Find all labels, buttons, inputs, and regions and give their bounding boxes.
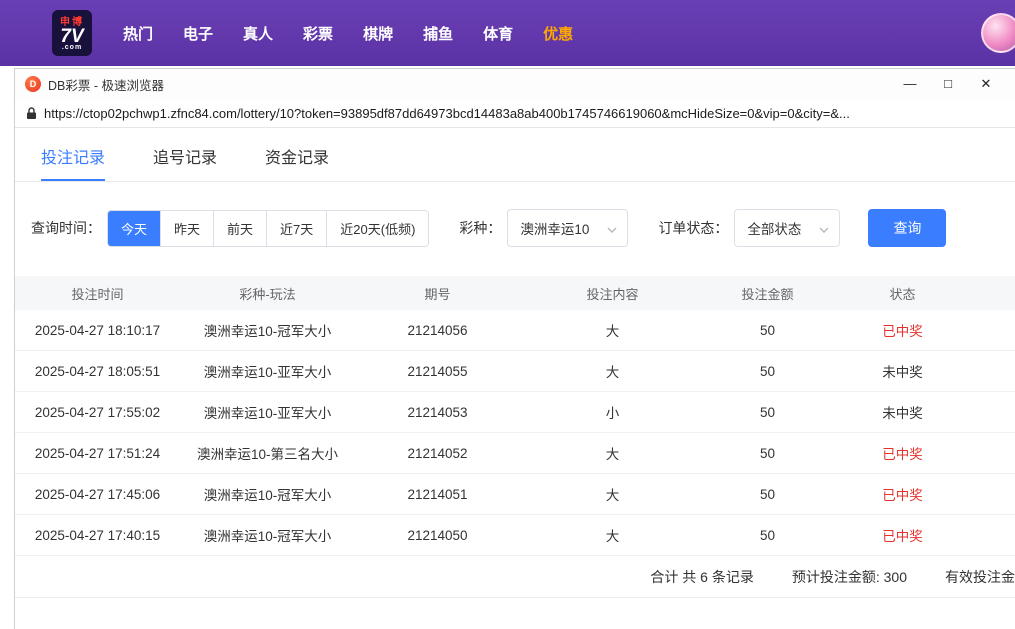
col-header-amount: 投注金额 — [741, 286, 794, 302]
time-filter-label: 查询时间： — [31, 220, 101, 236]
table-row: 2025-04-27 18:10:17 澳洲幸运10-冠军大小 21214056… — [15, 310, 1015, 351]
col-header-content: 投注内容 — [586, 286, 639, 302]
site-logo-domain: .com — [61, 44, 83, 52]
time-yesterday-button[interactable]: 昨天 — [161, 210, 215, 246]
site-header: 申博 7V .com 热门 电子 真人 彩票 棋牌 捕鱼 体育 优惠 — [0, 0, 1015, 66]
browser-app-icon: D — [25, 76, 41, 92]
nav-item-slots[interactable]: 电子 — [168, 15, 228, 52]
cell-amount: 50 — [759, 404, 776, 420]
cell-game: 澳洲幸运10-亚军大小 — [203, 406, 332, 421]
window-controls: — □ ✕ — [891, 69, 1005, 99]
window-titlebar: D DB彩票 - 极速浏览器 — □ ✕ — [15, 69, 1015, 99]
cell-content: 大 — [605, 447, 620, 462]
cell-content: 大 — [605, 488, 620, 503]
order-status-value: 全部状态 — [747, 222, 802, 237]
summary-bar: 合计 共 6 条记录 预计投注金额: 300 有效投注金 — [15, 556, 1015, 598]
lottery-filter-label: 彩种： — [459, 220, 502, 236]
cell-amount: 50 — [759, 527, 776, 543]
time-today-button[interactable]: 今天 — [108, 210, 162, 246]
cell-issue: 21214056 — [407, 322, 468, 338]
cell-issue: 21214052 — [407, 445, 468, 461]
cell-time: 2025-04-27 18:10:17 — [34, 322, 161, 338]
status-badge: 已中奖 — [882, 324, 923, 339]
cell-time: 2025-04-27 17:40:15 — [34, 527, 161, 543]
cell-issue: 21214051 — [407, 486, 468, 502]
status-badge: 已中奖 — [882, 529, 923, 544]
cell-content: 大 — [605, 324, 620, 339]
search-button[interactable]: 查询 — [868, 209, 947, 247]
col-header-game: 彩种-玩法 — [239, 286, 296, 302]
cell-amount: 50 — [759, 363, 776, 379]
cell-game: 澳洲幸运10-冠军大小 — [203, 529, 332, 544]
time-20days-button[interactable]: 近20天(低频) — [327, 210, 429, 246]
status-badge: 已中奖 — [882, 447, 923, 462]
user-avatar[interactable] — [981, 13, 1015, 53]
nav-item-promos[interactable]: 优惠 — [528, 15, 588, 52]
order-status-select[interactable]: 全部状态 — [734, 209, 841, 247]
cell-issue: 21214050 — [407, 527, 468, 543]
address-bar: https://ctop02pchwp1.zfnc84.com/lottery/… — [15, 99, 1015, 128]
lottery-select[interactable]: 澳洲幸运10 — [507, 209, 629, 247]
tab-bet-records[interactable]: 投注记录 — [41, 144, 106, 181]
cell-issue: 21214055 — [407, 363, 468, 379]
table-row: 2025-04-27 17:55:02 澳洲幸运10-亚军大小 21214053… — [15, 392, 1015, 433]
cell-time: 2025-04-27 17:51:24 — [34, 445, 161, 461]
cell-issue: 21214053 — [407, 404, 468, 420]
col-header-time: 投注时间 — [71, 286, 124, 302]
time-range-group: 今天 昨天 前天 近7天 近20天(低频) — [107, 209, 430, 247]
cell-time: 2025-04-27 18:05:51 — [34, 363, 161, 379]
table-header: 投注时间 彩种-玩法 期号 投注内容 投注金额 状态 — [15, 276, 1015, 310]
cell-amount: 50 — [759, 445, 776, 461]
status-badge: 已中奖 — [882, 488, 923, 503]
time-7days-button[interactable]: 近7天 — [267, 210, 328, 246]
table-row: 2025-04-27 18:05:51 澳洲幸运10-亚军大小 21214055… — [15, 351, 1015, 392]
nav-item-hot[interactable]: 热门 — [108, 15, 168, 52]
maximize-button[interactable]: □ — [929, 69, 967, 99]
table-row: 2025-04-27 17:40:15 澳洲幸运10-冠军大小 21214050… — [15, 515, 1015, 556]
cell-time: 2025-04-27 17:45:06 — [34, 486, 161, 502]
lock-icon[interactable] — [26, 106, 37, 120]
site-logo[interactable]: 申博 7V .com — [52, 10, 92, 56]
col-header-status: 状态 — [889, 286, 916, 302]
cell-amount: 50 — [759, 322, 776, 338]
table-row: 2025-04-27 17:51:24 澳洲幸运10-第三名大小 2121405… — [15, 433, 1015, 474]
cell-time: 2025-04-27 17:55:02 — [34, 404, 161, 420]
chevron-down-icon — [607, 221, 617, 236]
cell-game: 澳洲幸运10-亚军大小 — [203, 365, 332, 380]
cell-content: 大 — [605, 365, 620, 380]
nav-item-fishing[interactable]: 捕鱼 — [408, 15, 468, 52]
window-title: DB彩票 - 极速浏览器 — [48, 78, 164, 93]
status-filter-label: 订单状态： — [658, 220, 729, 236]
close-button[interactable]: ✕ — [967, 69, 1005, 99]
lottery-select-value: 澳洲幸运10 — [520, 222, 590, 237]
valid-amount: 有效投注金 — [945, 568, 1015, 585]
main-nav: 热门 电子 真人 彩票 棋牌 捕鱼 体育 优惠 — [108, 15, 588, 52]
total-records: 合计 共 6 条记录 — [650, 568, 754, 585]
cell-content: 大 — [605, 529, 620, 544]
record-tabs: 投注记录 追号记录 资金记录 — [15, 128, 1015, 182]
cell-game: 澳洲幸运10-第三名大小 — [196, 447, 338, 462]
table-row: 2025-04-27 17:45:06 澳洲幸运10-冠军大小 21214051… — [15, 474, 1015, 515]
nav-item-live[interactable]: 真人 — [228, 15, 288, 52]
time-daybefore-button[interactable]: 前天 — [214, 210, 268, 246]
minimize-button[interactable]: — — [891, 69, 929, 99]
col-header-issue: 期号 — [424, 286, 451, 302]
cell-game: 澳洲幸运10-冠军大小 — [203, 324, 332, 339]
nav-item-cards[interactable]: 棋牌 — [348, 15, 408, 52]
filter-bar: 查询时间： 今天 昨天 前天 近7天 近20天(低频) 彩种： 澳洲幸运10 订… — [15, 182, 1015, 276]
nav-item-lottery[interactable]: 彩票 — [288, 15, 348, 52]
browser-window: D DB彩票 - 极速浏览器 — □ ✕ https://ctop02pchwp… — [14, 68, 1015, 629]
chevron-down-icon — [819, 221, 829, 236]
address-url[interactable]: https://ctop02pchwp1.zfnc84.com/lottery/… — [44, 106, 850, 121]
expected-amount: 预计投注金额: 300 — [791, 568, 907, 585]
tab-fund-records[interactable]: 资金记录 — [265, 144, 329, 181]
cell-amount: 50 — [759, 486, 776, 502]
status-badge: 未中奖 — [882, 365, 923, 380]
tab-chase-records[interactable]: 追号记录 — [153, 144, 217, 181]
status-badge: 未中奖 — [882, 406, 923, 421]
nav-item-sports[interactable]: 体育 — [468, 15, 528, 52]
cell-game: 澳洲幸运10-冠军大小 — [203, 488, 332, 503]
cell-content: 小 — [605, 406, 620, 421]
